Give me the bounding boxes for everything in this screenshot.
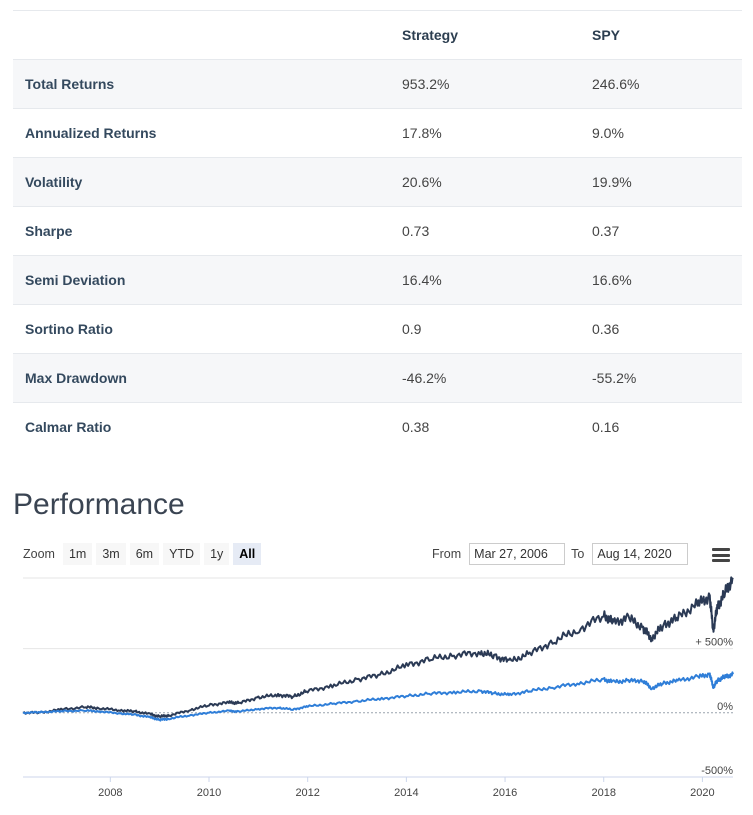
performance-chart: + 500%0%-500% 2008 2010 2012 2014 2016 2018 20… bbox=[22, 576, 734, 799]
zoom-1m-button[interactable]: 1m bbox=[62, 543, 93, 565]
spy-value: 9.0% bbox=[592, 108, 742, 158]
series-line bbox=[22, 576, 734, 719]
strategy-value: 20.6% bbox=[402, 157, 592, 207]
range-selector: Zoom 1m 3m 6m YTD 1y All bbox=[23, 543, 265, 565]
table-row: Max Drawdown -46.2% -55.2% bbox=[13, 353, 742, 403]
y-tick-label: + 500% bbox=[695, 637, 733, 649]
metric-label: Annualized Returns bbox=[13, 108, 402, 158]
table-row: Semi Deviation 16.4% 16.6% bbox=[13, 255, 742, 305]
x-tick-label: 2020 bbox=[690, 787, 714, 799]
to-date-input[interactable] bbox=[592, 543, 689, 565]
zoom-1y-button[interactable]: 1y bbox=[204, 543, 230, 565]
x-tick-label: 2010 bbox=[197, 787, 221, 799]
spy-value: -55.2% bbox=[592, 353, 742, 403]
date-range: From To bbox=[432, 543, 694, 565]
strategy-value: 0.9 bbox=[402, 304, 592, 354]
x-tick-label: 2018 bbox=[591, 787, 615, 799]
x-tick-label: 2008 bbox=[98, 787, 122, 799]
strategy-value: 0.73 bbox=[402, 206, 592, 256]
y-axis-labels: + 500% 0% -500% bbox=[695, 637, 733, 777]
table-row: Volatility 20.6% 19.9% bbox=[13, 157, 742, 207]
table-row: Sortino Ratio 0.9 0.36 bbox=[13, 304, 742, 354]
x-tick-label: 2012 bbox=[295, 787, 319, 799]
strategy-value: 0.38 bbox=[402, 419, 430, 435]
table-row: Annualized Returns 17.8% 9.0% bbox=[13, 108, 742, 158]
from-date-input[interactable] bbox=[469, 543, 566, 565]
header-spy: SPY bbox=[592, 10, 742, 60]
header-strategy: Strategy bbox=[402, 10, 592, 60]
zoom-ytd-button[interactable]: YTD bbox=[163, 543, 201, 565]
table-row: Sharpe 0.73 0.37 bbox=[13, 206, 742, 256]
strategy-value: 16.4% bbox=[402, 255, 592, 305]
metric-label: Sortino Ratio bbox=[13, 304, 402, 354]
strategy-value: 17.8% bbox=[402, 108, 592, 158]
header-metric bbox=[13, 10, 402, 60]
spy-value: 16.6% bbox=[592, 255, 742, 305]
table-row: Calmar Ratio 0.38 0.16 bbox=[13, 403, 742, 452]
spy-value: 0.36 bbox=[592, 304, 742, 354]
stats-table: Strategy SPY Total Returns 953.2% 246.6%… bbox=[13, 10, 742, 451]
spy-value: 19.9% bbox=[592, 157, 742, 207]
metric-label: Calmar Ratio bbox=[25, 419, 112, 435]
stats-header-row: Strategy SPY bbox=[13, 10, 742, 60]
strategy-value: -46.2% bbox=[402, 353, 592, 403]
spy-value: 0.37 bbox=[592, 206, 742, 256]
zoom-all-button[interactable]: All bbox=[233, 543, 262, 565]
y-tick-label: -500% bbox=[701, 765, 733, 777]
hamburger-menu-icon[interactable] bbox=[712, 548, 730, 562]
metric-label: Total Returns bbox=[13, 59, 402, 109]
performance-title: Performance bbox=[13, 488, 185, 521]
spy-value: 246.6% bbox=[592, 59, 742, 109]
to-label: To bbox=[571, 547, 585, 561]
zoom-3m-button[interactable]: 3m bbox=[96, 543, 126, 565]
y-tick-label: 0% bbox=[717, 701, 733, 713]
zoom-6m-button[interactable]: 6m bbox=[129, 543, 160, 565]
x-tick-label: 2014 bbox=[394, 787, 418, 799]
spy-value: 0.16 bbox=[592, 419, 620, 435]
metric-label: Semi Deviation bbox=[13, 255, 402, 305]
x-axis-ticks: 2008 2010 2012 2014 2016 2018 2020 bbox=[98, 777, 715, 799]
metric-label: Max Drawdown bbox=[13, 353, 402, 403]
x-tick-label: 2016 bbox=[493, 787, 517, 799]
strategy-value: 953.2% bbox=[402, 59, 592, 109]
metric-label: Sharpe bbox=[13, 206, 402, 256]
series-line bbox=[22, 671, 734, 722]
table-row: Total Returns 953.2% 246.6% bbox=[13, 59, 742, 109]
zoom-label: Zoom bbox=[23, 547, 55, 561]
from-label: From bbox=[432, 547, 462, 561]
metric-label: Volatility bbox=[13, 157, 402, 207]
